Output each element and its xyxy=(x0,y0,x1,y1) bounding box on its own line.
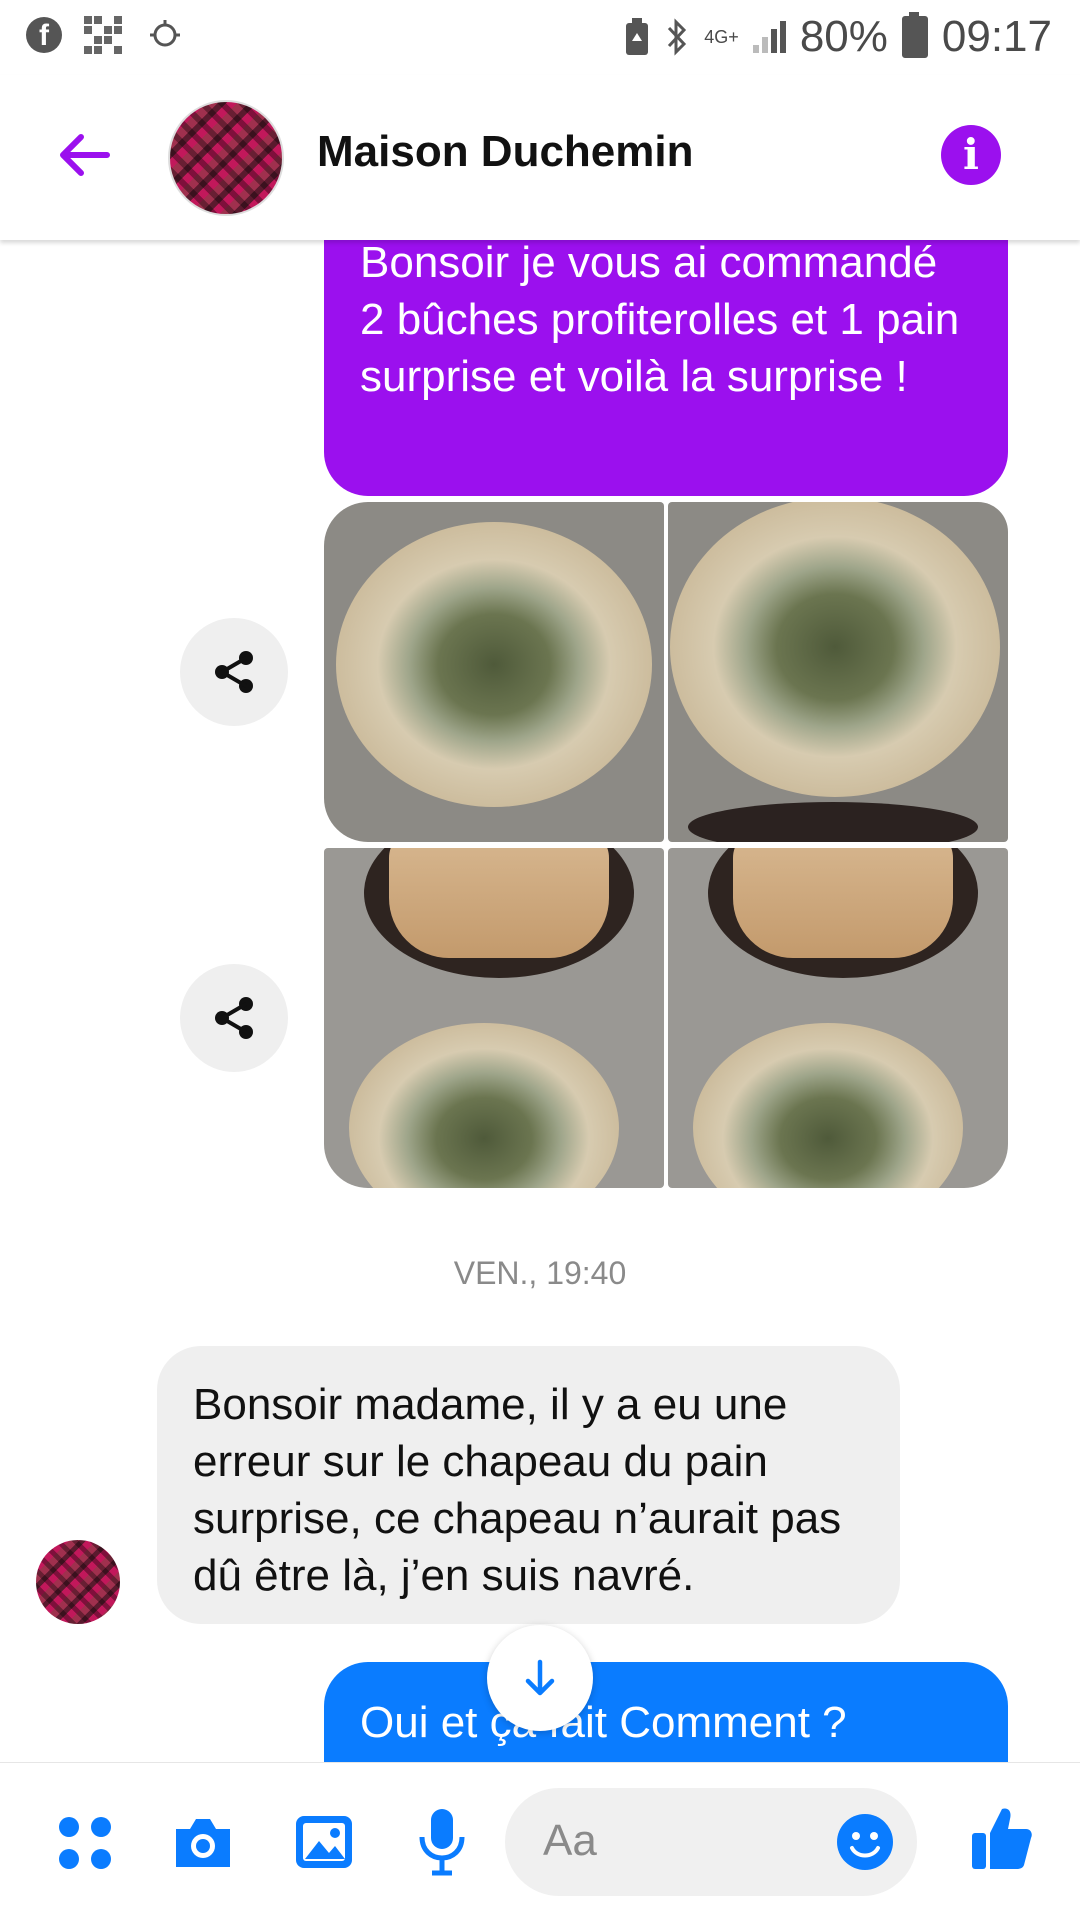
facebook-icon: f xyxy=(26,17,62,53)
clock: 09:17 xyxy=(941,12,1052,61)
outgoing-message[interactable]: Bonsoir je vous ai commandé 2 bûches pro… xyxy=(324,224,1008,496)
battery-icon xyxy=(901,12,928,58)
share-icon xyxy=(215,997,253,1039)
info-icon[interactable]: i xyxy=(941,125,1001,185)
share-button[interactable] xyxy=(180,618,288,726)
message-input-placeholder: Aa xyxy=(543,1816,597,1865)
message-text: Oui et ça fait Comment ? xyxy=(360,1698,847,1747)
network-type-label: 4G+ xyxy=(704,27,739,47)
share-icon xyxy=(215,651,253,693)
status-bar: f 4G+ 80% 09:17 xyxy=(0,0,1080,75)
contact-avatar[interactable] xyxy=(168,100,284,216)
sender-avatar[interactable] xyxy=(36,1540,120,1624)
like-icon[interactable] xyxy=(968,1803,1034,1873)
battery-percentage: 80% xyxy=(799,12,888,61)
share-button[interactable] xyxy=(180,964,288,1072)
message-input[interactable]: Aa xyxy=(505,1788,917,1896)
sync-cloud-icon xyxy=(150,20,180,47)
qr-code-icon xyxy=(84,16,122,54)
gallery-icon[interactable] xyxy=(293,1813,355,1871)
photo-bread-mold-3[interactable] xyxy=(324,848,664,1188)
composer-bar: Aa xyxy=(0,1762,1080,1921)
photo-bread-mold-4[interactable] xyxy=(668,848,1008,1188)
message-timestamp: VEN., 19:40 xyxy=(453,1255,627,1291)
back-arrow-icon[interactable] xyxy=(55,125,115,185)
conversation-header: Maison Duchemin i xyxy=(0,75,1080,240)
photo-bread-mold-2[interactable] xyxy=(668,502,1008,842)
battery-saver-icon xyxy=(626,18,649,55)
contact-name[interactable]: Maison Duchemin xyxy=(317,127,694,177)
emoji-icon[interactable] xyxy=(835,1812,895,1872)
incoming-message[interactable]: Bonsoir madame, il y a eu une erreur sur… xyxy=(157,1346,900,1624)
arrow-down-icon xyxy=(525,1659,555,1696)
message-text: Bonsoir je vous ai commandé 2 bûches pro… xyxy=(360,238,960,401)
bluetooth-icon xyxy=(668,18,687,56)
photo-bread-mold-1[interactable] xyxy=(324,502,664,842)
apps-icon[interactable] xyxy=(55,1813,115,1873)
camera-icon[interactable] xyxy=(170,1813,236,1873)
message-text: Bonsoir madame, il y a eu une erreur sur… xyxy=(193,1380,842,1600)
microphone-icon[interactable] xyxy=(415,1807,469,1877)
scroll-to-bottom-button[interactable] xyxy=(487,1625,593,1731)
signal-icon xyxy=(752,21,786,53)
